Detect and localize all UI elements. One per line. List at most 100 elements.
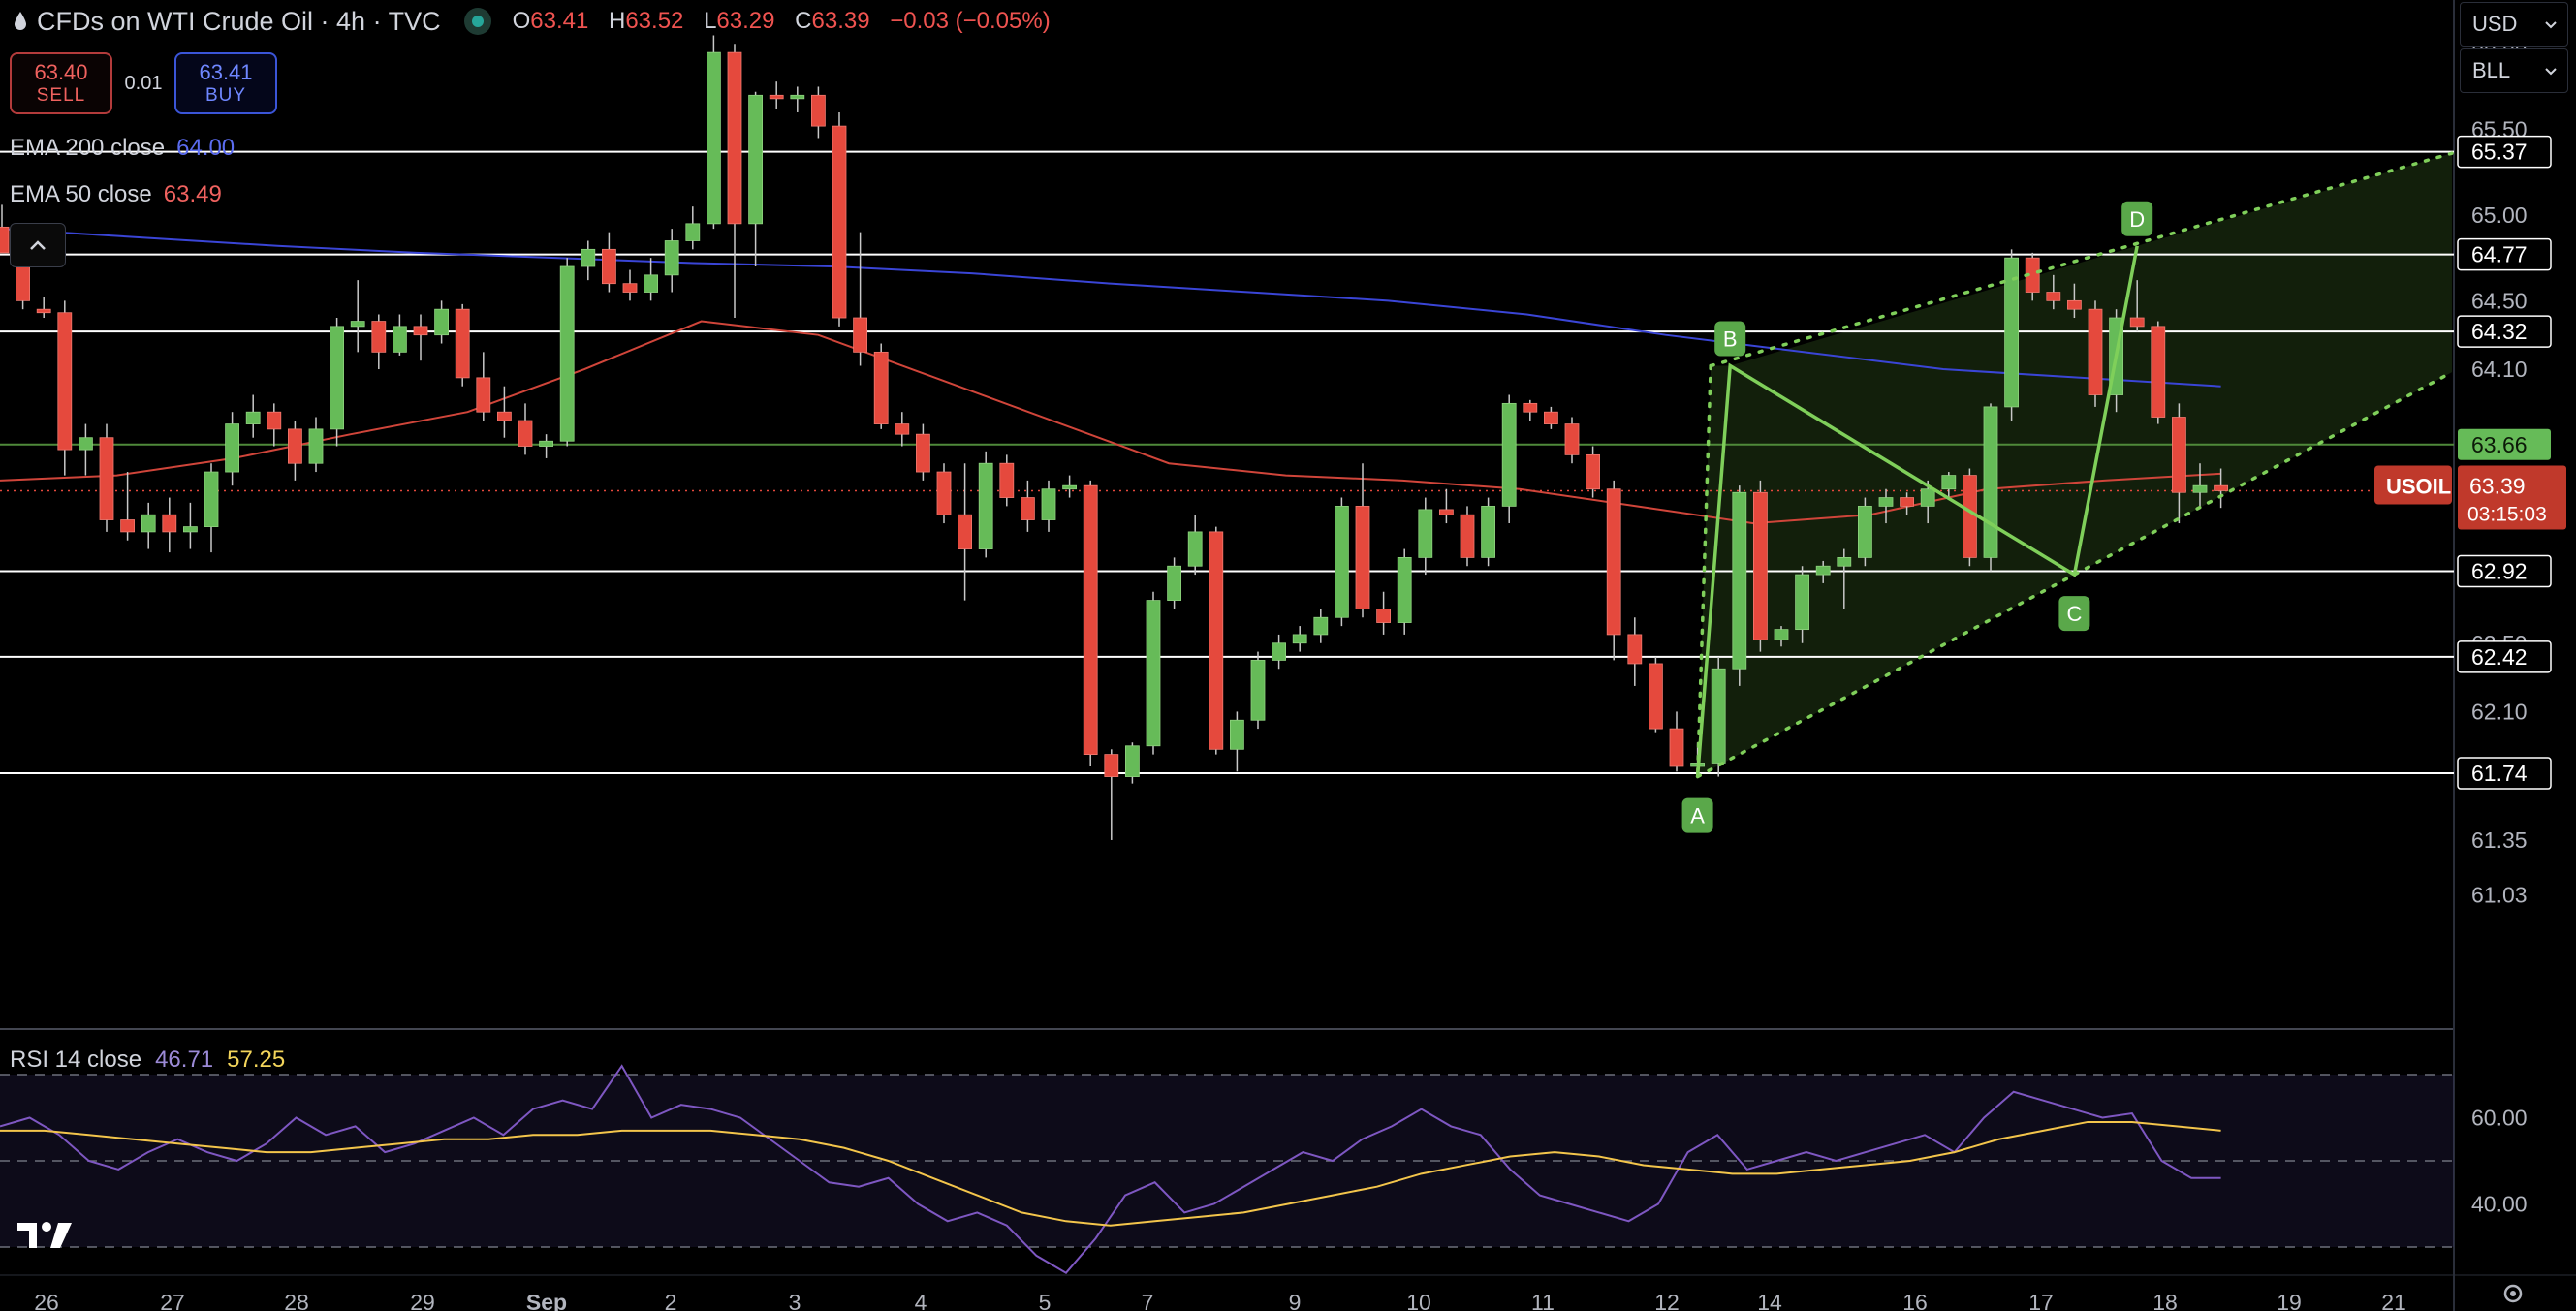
market-status-icon[interactable]: [463, 8, 491, 35]
price-level-value: 61.74: [2471, 761, 2528, 786]
x-tick-label: 18: [2152, 1290, 2178, 1311]
ohlc-high: 63.52: [625, 8, 684, 34]
sell-button[interactable]: 63.40 SELL: [10, 52, 112, 114]
candle-body: [1878, 497, 1894, 507]
x-tick-label: 11: [1531, 1290, 1555, 1311]
candle-body: [79, 437, 93, 451]
candle-body: [602, 248, 616, 285]
candle-body: [1062, 484, 1077, 490]
x-tick-label: 12: [1654, 1290, 1680, 1311]
chevron-up-icon: [30, 240, 46, 250]
x-tick-label: 7: [1142, 1290, 1154, 1311]
gear-icon[interactable]: [2500, 1281, 2526, 1306]
y-tick-label: 64.50: [2471, 288, 2528, 313]
currency-select[interactable]: USD: [2460, 2, 2568, 47]
candle-body: [999, 462, 1015, 498]
candle-body: [895, 423, 910, 435]
ema50-value: 63.49: [163, 181, 222, 207]
buy-button[interactable]: 63.41 BUY: [174, 52, 277, 114]
unit-select[interactable]: BLL: [2460, 48, 2568, 93]
chevron-down-icon: [2545, 68, 2557, 76]
candle-body: [2192, 484, 2208, 493]
candle-body: [1523, 402, 1538, 413]
symbol-tag-label: USOIL: [2386, 474, 2451, 498]
price-level-value: 64.32: [2471, 319, 2528, 344]
candle-body: [916, 433, 930, 473]
price-level-value: 62.92: [2471, 559, 2528, 584]
candle-body: [1815, 565, 1831, 576]
x-tick-label: 27: [160, 1290, 185, 1311]
candle-body: [1732, 491, 1747, 670]
x-tick-label: Sep: [526, 1290, 567, 1311]
ema200-label: EMA 200 close: [10, 135, 166, 161]
candle-body: [1083, 484, 1098, 756]
candle-body: [936, 471, 952, 515]
x-tick-label: 17: [2028, 1290, 2054, 1311]
candle-body: [1606, 488, 1621, 636]
candle-body: [1460, 514, 1475, 558]
candle-body: [832, 125, 847, 319]
candle-body: [664, 240, 679, 276]
candle-body: [1104, 754, 1119, 777]
ohlc-low-key: L: [704, 8, 717, 34]
collapse-legend-button[interactable]: [10, 223, 66, 267]
y-tick-label: 65.00: [2471, 203, 2528, 228]
candle-body: [978, 462, 993, 549]
candle-body: [476, 377, 491, 413]
ema200-legend[interactable]: EMA 200 close 64.00: [10, 135, 235, 162]
x-tick-label: 9: [1289, 1290, 1302, 1311]
ohlc-open-key: O: [512, 8, 531, 34]
y-tick-label: 61.03: [2471, 882, 2528, 907]
chart-canvas[interactable]: ABCD 61.0361.3561.7462.1062.5062.9263.30…: [0, 0, 2576, 1311]
candle-body: [1272, 642, 1286, 661]
candle-body: [497, 411, 512, 421]
candle-body: [2171, 417, 2186, 493]
candle-body: [1920, 488, 1935, 507]
trade-buttons: 63.40 SELL 0.01 63.41 BUY: [10, 52, 277, 114]
buy-price: 63.41: [199, 60, 253, 84]
candle-body: [1250, 660, 1266, 721]
candle-body: [413, 326, 428, 336]
candle-body: [162, 514, 177, 533]
candle-body: [392, 326, 407, 353]
candle-body: [622, 283, 638, 293]
candle-body: [1146, 600, 1161, 747]
candle-body: [36, 308, 51, 314]
symbol-title[interactable]: CFDs on WTI Crude Oil · 4h · TVC: [37, 7, 441, 37]
x-tick-label: 29: [410, 1290, 435, 1311]
unit-value: BLL: [2472, 58, 2511, 82]
candle-body: [455, 308, 470, 379]
oil-drop-icon: [15, 12, 26, 30]
candle-body: [1292, 634, 1307, 644]
pattern-point-label: C: [2066, 602, 2082, 626]
candle-body: [2151, 326, 2166, 418]
candle-body: [1376, 609, 1391, 623]
current-price-value: 63.39: [2469, 473, 2526, 498]
currency-value: USD: [2472, 12, 2518, 36]
candle-body: [350, 321, 365, 328]
rsi-tick-label: 60.00: [2471, 1106, 2528, 1131]
rsi-legend[interactable]: RSI 14 close 46.71 57.25: [10, 1046, 285, 1074]
candle-body: [1418, 509, 1433, 558]
candle-body: [434, 308, 450, 336]
candle-body: [1900, 497, 1914, 507]
candle-body: [769, 94, 784, 100]
candle-body: [204, 471, 219, 527]
price-level-value: 65.37: [2471, 140, 2528, 165]
buy-label: BUY: [204, 85, 247, 106]
ema50-label: EMA 50 close: [10, 181, 152, 207]
candle-body: [1021, 497, 1035, 520]
pattern-point-label: D: [2129, 207, 2145, 232]
x-tick-label: 26: [34, 1290, 59, 1311]
tradingview-logo-icon[interactable]: [16, 1219, 76, 1250]
candle-body: [559, 265, 575, 442]
ohlc-readout: O63.41 H63.52 L63.29 C63.39 −0.03 (−0.05…: [513, 8, 1064, 35]
candle-body: [0, 226, 10, 254]
rsi-value: 46.71: [155, 1046, 214, 1073]
candle-body: [581, 248, 596, 267]
candle-body: [1858, 505, 1872, 558]
ema50-legend[interactable]: EMA 50 close 63.49: [10, 181, 222, 208]
candle-body: [1941, 475, 1957, 490]
candle-body: [1439, 509, 1454, 515]
x-tick-label: 19: [2277, 1290, 2302, 1311]
